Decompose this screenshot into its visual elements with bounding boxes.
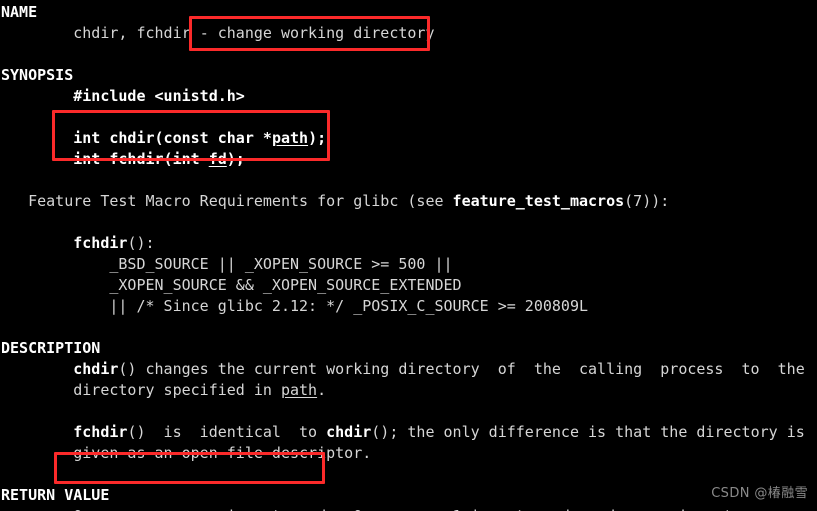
- return-errno-ref: errno: [624, 507, 669, 511]
- name-entry-description: - change working directory: [199, 24, 435, 42]
- desc3-func-fchdir: fchdir: [73, 423, 128, 441]
- return-value-line-1: On success, zero is returned. On error, …: [0, 506, 817, 511]
- description-line-3: fchdir() is identical to chdir(); the on…: [0, 422, 817, 443]
- desc3-func-chdir: chdir: [326, 423, 372, 441]
- ftm-macro-line-1: _BSD_SOURCE || _XOPEN_SOURCE >= 500 ||: [1, 255, 453, 273]
- proto-chdir-param-path: path: [271, 129, 309, 147]
- feature-test-prefix: Feature Test Macro Requirements for glib…: [1, 192, 453, 210]
- ftm-macro-line-3: || /* Since glibc 2.12: */ _POSIX_C_SOUR…: [1, 297, 588, 315]
- terminal-manpage-screen: NAME chdir, fchdir - change working dire…: [0, 0, 817, 511]
- feature-test-macros-ref: feature_test_macros: [452, 192, 625, 210]
- return-tail-text: is set appro-: [669, 507, 804, 511]
- proto-chdir-head: int chdir(const char *: [1, 129, 272, 147]
- section-heading-synopsis: SYNOPSIS: [1, 66, 74, 84]
- watermark: CSDN @椿融雪: [711, 486, 808, 501]
- section-heading-return-value: RETURN VALUE: [1, 486, 110, 504]
- feature-test-suffix: (7)):: [624, 192, 670, 210]
- ftm-fchdir-label: fchdir():: [0, 233, 817, 254]
- ftm-macro-line-2: _XOPEN_SOURCE && _XOPEN_SOURCE_EXTENDED: [1, 276, 462, 294]
- proto-fchdir-tail: );: [226, 150, 245, 168]
- proto-chdir-tail: );: [308, 129, 327, 147]
- ftm-fchdir-name: fchdir: [1, 234, 128, 252]
- desc3-mid-text: () is identical to: [127, 423, 327, 441]
- desc2-param-path: path: [280, 381, 318, 399]
- desc1-text: () changes the current working directory…: [118, 360, 805, 378]
- feature-test-macro-heading-line: Feature Test Macro Requirements for glib…: [0, 191, 817, 212]
- description-line-2: directory specified in path.: [0, 380, 817, 401]
- description-line-4: given as an open file descriptor.: [1, 444, 372, 462]
- desc2-text: directory specified in: [1, 381, 281, 399]
- name-entry-names: chdir, fchdir: [1, 24, 200, 42]
- proto-fchdir-param-fd: fd: [208, 150, 227, 168]
- manpage-content: NAME chdir, fchdir - change working dire…: [0, 2, 817, 511]
- description-line-1: chdir() changes the current working dire…: [0, 359, 817, 380]
- desc1-indent: [1, 360, 73, 378]
- section-heading-name: NAME: [1, 3, 38, 21]
- synopsis-include-line: #include <unistd.h>: [0, 86, 817, 107]
- include-directive: #include <unistd.h>: [1, 87, 245, 105]
- ftm-fchdir-parens: ():: [127, 234, 155, 252]
- proto-fchdir-head: int fchdir(int: [1, 150, 209, 168]
- return-indent: [1, 507, 73, 511]
- name-entry-line: chdir, fchdir - change working directory: [0, 23, 817, 44]
- synopsis-prototype-chdir: int chdir(const char *path);: [0, 128, 817, 149]
- section-heading-description: DESCRIPTION: [1, 339, 101, 357]
- desc3-tail-text: (); the only difference is that the dire…: [371, 423, 805, 441]
- desc1-func-chdir: chdir: [73, 360, 119, 378]
- return-success-text: On success, zero is returned.: [73, 507, 335, 511]
- desc3-indent: [1, 423, 73, 441]
- synopsis-prototype-fchdir: int fchdir(int fd);: [0, 149, 817, 170]
- return-error-text: On error, -1 is returned, and: [335, 507, 624, 511]
- desc2-period: .: [317, 381, 327, 399]
